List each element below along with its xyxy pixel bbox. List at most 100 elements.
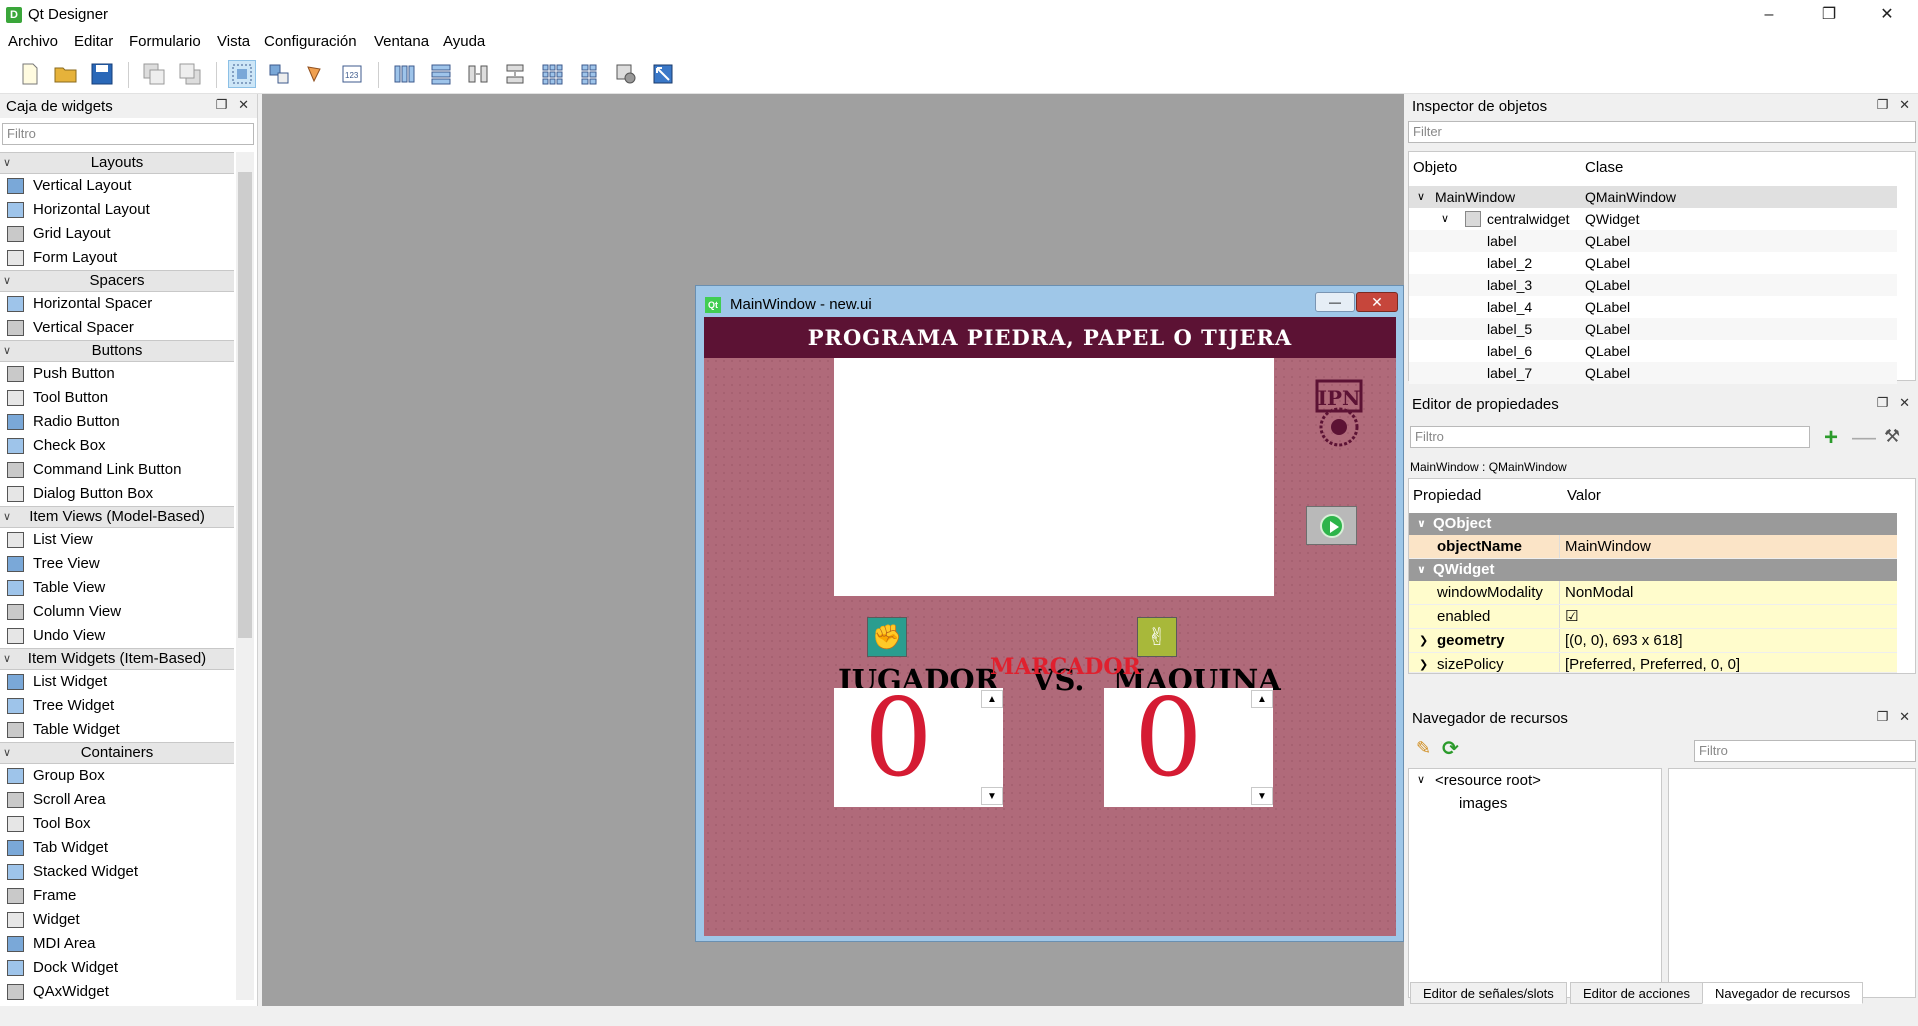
- layout-vertical-icon[interactable]: [427, 60, 455, 88]
- resource-root[interactable]: <resource root>: [1435, 772, 1541, 789]
- wrench-icon[interactable]: ⚒: [1884, 426, 1900, 447]
- close-icon[interactable]: ✕: [1899, 97, 1910, 112]
- widget-item[interactable]: Dialog Button Box: [0, 482, 234, 506]
- object-tree-row[interactable]: label_4 QLabel: [1409, 296, 1897, 318]
- spin-down-icon[interactable]: ▼: [1251, 787, 1273, 805]
- resource-filter-input[interactable]: Filtro: [1694, 740, 1916, 762]
- widget-item[interactable]: Command Link Button: [0, 458, 234, 482]
- resource-tree[interactable]: ∨ <resource root> images: [1408, 768, 1662, 998]
- chevron-down-icon[interactable]: ∨: [1417, 773, 1425, 786]
- tab-resource-browser[interactable]: Navegador de recursos: [1702, 982, 1864, 1004]
- chevron-down-icon[interactable]: ∨: [1441, 208, 1449, 230]
- widget-item[interactable]: Table View: [0, 576, 234, 600]
- category-qobject[interactable]: ∨ QObject: [1409, 513, 1897, 535]
- widget-item[interactable]: Stacked Widget: [0, 860, 234, 884]
- widget-item[interactable]: Push Button: [0, 362, 234, 386]
- menu-vista[interactable]: Vista: [217, 33, 250, 50]
- edit-resources-icon[interactable]: ✎: [1416, 738, 1431, 759]
- widget-category[interactable]: ∨ Containers: [0, 742, 234, 764]
- object-tree-row[interactable]: label_6 QLabel: [1409, 340, 1897, 362]
- bring-to-front-icon[interactable]: [176, 60, 204, 88]
- chevron-down-icon[interactable]: ∨: [1417, 186, 1425, 208]
- adjust-size-icon[interactable]: [649, 60, 677, 88]
- widget-item[interactable]: Frame: [0, 884, 234, 908]
- remove-property-icon[interactable]: —: [1852, 424, 1876, 452]
- new-file-icon[interactable]: [16, 60, 44, 88]
- reload-icon[interactable]: ⟳: [1442, 736, 1459, 761]
- close-icon[interactable]: ✕: [238, 97, 249, 112]
- widget-category[interactable]: ∨ Item Widgets (Item-Based): [0, 648, 234, 670]
- property-row[interactable]: objectName MainWindow: [1409, 535, 1897, 559]
- layout-grid-icon[interactable]: [538, 60, 566, 88]
- form-close-button[interactable]: ✕: [1356, 292, 1398, 312]
- widget-item[interactable]: QAxWidget: [0, 980, 234, 1004]
- maximize-icon[interactable]: ❐: [1806, 0, 1852, 30]
- object-tree[interactable]: Objeto Clase ∨ MainWindow QMainWindow ∨ cent…: [1408, 151, 1916, 384]
- edit-buddies-icon[interactable]: [301, 60, 329, 88]
- object-tree-row[interactable]: label_3 QLabel: [1409, 274, 1897, 296]
- widget-item[interactable]: Column View: [0, 600, 234, 624]
- object-tree-row[interactable]: label_5 QLabel: [1409, 318, 1897, 340]
- menu-ayuda[interactable]: Ayuda: [443, 33, 485, 50]
- float-icon[interactable]: ❐: [1877, 709, 1889, 724]
- form-minimize-button[interactable]: —: [1315, 292, 1355, 312]
- spin-up-icon[interactable]: ▲: [1251, 690, 1273, 708]
- edit-tab-order-icon[interactable]: 123: [338, 60, 366, 88]
- design-canvas[interactable]: Qt MainWindow - new.ui — ✕ PROGRAMA PIED…: [262, 94, 1404, 1006]
- widget-item[interactable]: Table Widget: [0, 718, 234, 742]
- player-score-spinbox[interactable]: 0 ▲ ▼: [834, 676, 1003, 807]
- spin-up-icon[interactable]: ▲: [981, 690, 1003, 708]
- spin-down-icon[interactable]: ▼: [981, 787, 1003, 805]
- resource-files-view[interactable]: [1668, 768, 1916, 998]
- widget-item[interactable]: Group Box: [0, 764, 234, 788]
- play-button[interactable]: [1306, 506, 1357, 545]
- widget-item[interactable]: List View: [0, 528, 234, 552]
- tab-actions[interactable]: Editor de acciones: [1570, 982, 1703, 1004]
- widget-item[interactable]: Dock Widget: [0, 956, 234, 980]
- break-layout-icon[interactable]: [612, 60, 640, 88]
- widget-item[interactable]: Tool Box: [0, 812, 234, 836]
- object-tree-row[interactable]: ∨ MainWindow QMainWindow: [1409, 186, 1897, 208]
- widget-filter-input[interactable]: Filtro: [2, 123, 254, 145]
- widget-list-scroll-thumb[interactable]: [238, 172, 252, 638]
- form-central-widget[interactable]: PROGRAMA PIEDRA, PAPEL O TIJERA IPN ✊ ✌ …: [704, 317, 1396, 936]
- widget-item[interactable]: Tree Widget: [0, 694, 234, 718]
- menu-archivo[interactable]: Archivo: [8, 33, 58, 50]
- property-filter-input[interactable]: Filtro: [1410, 426, 1810, 448]
- widget-category[interactable]: ∨ Item Views (Model-Based): [0, 506, 234, 528]
- property-row[interactable]: ❯ geometry [(0, 0), 693 x 618]: [1409, 629, 1897, 653]
- widget-item[interactable]: Vertical Spacer: [0, 316, 234, 340]
- widget-category[interactable]: ∨ Spacers: [0, 270, 234, 292]
- category-qwidget[interactable]: ∨ QWidget: [1409, 559, 1897, 581]
- form-window[interactable]: Qt MainWindow - new.ui — ✕ PROGRAMA PIED…: [695, 285, 1404, 942]
- widget-item[interactable]: Radio Button: [0, 410, 234, 434]
- widget-item[interactable]: Widget: [0, 908, 234, 932]
- widget-item[interactable]: Horizontal Layout: [0, 198, 234, 222]
- widget-item[interactable]: Tab Widget: [0, 836, 234, 860]
- resource-images[interactable]: images: [1459, 795, 1507, 812]
- menu-ventana[interactable]: Ventana: [374, 33, 429, 50]
- close-icon[interactable]: ✕: [1864, 0, 1910, 30]
- menu-editar[interactable]: Editar: [74, 33, 113, 50]
- widget-item[interactable]: Vertical Layout: [0, 174, 234, 198]
- scissors-button[interactable]: ✌: [1137, 617, 1177, 657]
- object-tree-row[interactable]: label QLabel: [1409, 230, 1897, 252]
- property-row[interactable]: windowModality NonModal: [1409, 581, 1897, 605]
- object-tree-row[interactable]: label_7 QLabel: [1409, 362, 1897, 384]
- add-property-icon[interactable]: +: [1824, 424, 1838, 452]
- object-tree-row[interactable]: label_2 QLabel: [1409, 252, 1897, 274]
- save-icon[interactable]: [88, 60, 116, 88]
- float-icon[interactable]: ❐: [1877, 395, 1889, 410]
- machine-score-spinbox[interactable]: 0 ▲ ▼: [1104, 676, 1273, 807]
- widget-item[interactable]: MDI Area: [0, 932, 234, 956]
- minimize-icon[interactable]: –: [1746, 0, 1792, 30]
- widget-item[interactable]: Check Box: [0, 434, 234, 458]
- close-icon[interactable]: ✕: [1899, 395, 1910, 410]
- widget-item[interactable]: Form Layout: [0, 246, 234, 270]
- property-row[interactable]: ❯ sizePolicy [Preferred, Preferred, 0, 0]: [1409, 653, 1897, 673]
- send-to-back-icon[interactable]: [140, 60, 168, 88]
- widget-item[interactable]: Grid Layout: [0, 222, 234, 246]
- edit-widgets-icon[interactable]: [228, 60, 256, 88]
- splitter-horizontal-icon[interactable]: [464, 60, 492, 88]
- layout-horizontal-icon[interactable]: [390, 60, 418, 88]
